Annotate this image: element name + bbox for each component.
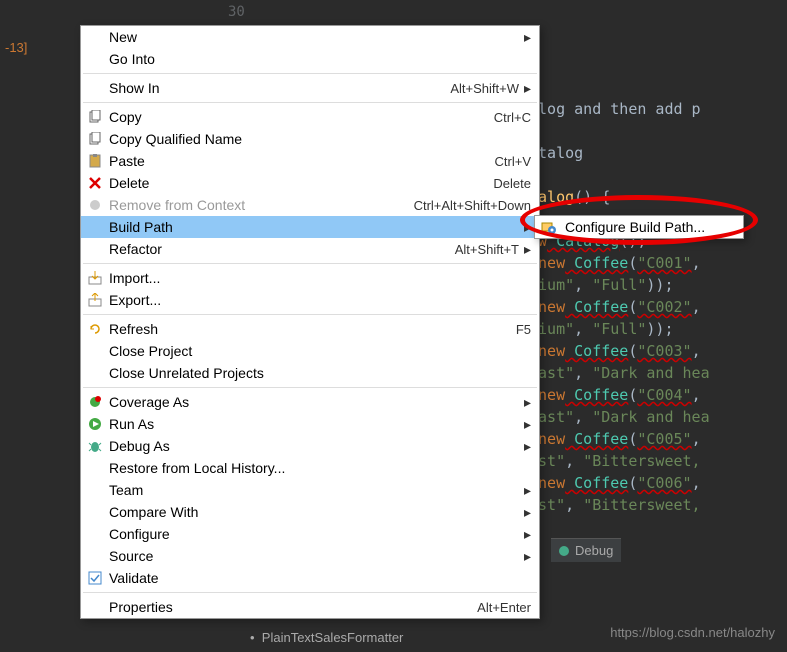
context-menu: New▸ Go Into Show InAlt+Shift+W▸ CopyCtr… <box>80 25 540 619</box>
menu-run-as[interactable]: Run As▸ <box>81 413 539 435</box>
copy-icon <box>85 131 105 147</box>
build-path-icon <box>541 219 559 235</box>
menu-refactor[interactable]: RefactorAlt+Shift+T▸ <box>81 238 539 260</box>
menu-coverage-as[interactable]: Coverage As▸ <box>81 391 539 413</box>
menu-import[interactable]: Import... <box>81 267 539 289</box>
watermark: https://blog.csdn.net/halozhy <box>610 625 775 640</box>
remove-icon <box>85 197 105 213</box>
menu-new[interactable]: New▸ <box>81 26 539 48</box>
menu-source[interactable]: Source▸ <box>81 545 539 567</box>
coverage-icon <box>85 394 105 410</box>
menu-export[interactable]: Export... <box>81 289 539 311</box>
menu-team[interactable]: Team▸ <box>81 479 539 501</box>
export-icon <box>85 292 105 308</box>
menu-close-project[interactable]: Close Project <box>81 340 539 362</box>
import-icon <box>85 270 105 286</box>
menu-copy-qualified[interactable]: Copy Qualified Name <box>81 128 539 150</box>
paste-icon <box>85 153 105 169</box>
copy-icon <box>85 109 105 125</box>
left-panel-item: -13] <box>5 40 27 55</box>
menu-delete[interactable]: DeleteDelete <box>81 172 539 194</box>
menu-compare-with[interactable]: Compare With▸ <box>81 501 539 523</box>
menu-copy[interactable]: CopyCtrl+C <box>81 106 539 128</box>
menu-close-unrelated[interactable]: Close Unrelated Projects <box>81 362 539 384</box>
menu-show-in[interactable]: Show InAlt+Shift+W▸ <box>81 77 539 99</box>
run-icon <box>85 416 105 432</box>
menu-build-path[interactable]: Build Path▸ <box>81 216 539 238</box>
package-explorer-item[interactable]: • PlainTextSalesFormatter <box>250 630 403 645</box>
menu-validate[interactable]: Validate <box>81 567 539 589</box>
debug-tab[interactable]: Debug <box>551 538 621 562</box>
submenu-configure-build-path[interactable]: Configure Build Path... <box>534 215 744 239</box>
debug-icon <box>559 546 569 556</box>
submenu-label: Configure Build Path... <box>565 219 705 235</box>
menu-go-into[interactable]: Go Into <box>81 48 539 70</box>
menu-configure[interactable]: Configure▸ <box>81 523 539 545</box>
menu-paste[interactable]: PasteCtrl+V <box>81 150 539 172</box>
menu-restore-history[interactable]: Restore from Local History... <box>81 457 539 479</box>
menu-debug-as[interactable]: Debug As▸ <box>81 435 539 457</box>
menu-refresh[interactable]: RefreshF5 <box>81 318 539 340</box>
refresh-icon <box>85 321 105 337</box>
delete-icon <box>85 175 105 191</box>
debug-icon <box>85 438 105 454</box>
menu-properties[interactable]: PropertiesAlt+Enter <box>81 596 539 618</box>
menu-remove-context: Remove from ContextCtrl+Alt+Shift+Down <box>81 194 539 216</box>
validate-icon <box>85 570 105 586</box>
